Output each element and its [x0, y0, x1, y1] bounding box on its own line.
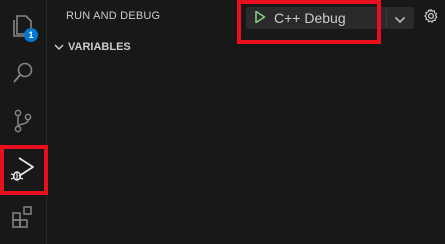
- search-button[interactable]: [0, 51, 46, 95]
- explorer-badge: 1: [24, 28, 38, 42]
- highlight-launch-config: [237, 0, 381, 44]
- highlight-run-debug-icon: [0, 145, 48, 195]
- search-icon: [11, 61, 35, 85]
- variables-section-title: VARIABLES: [68, 41, 131, 53]
- gear-icon: [423, 8, 439, 28]
- source-control-button[interactable]: [0, 99, 46, 143]
- variables-section-header[interactable]: VARIABLES: [52, 38, 131, 56]
- activity-bar: 1: [0, 0, 47, 244]
- config-dropdown-button[interactable]: [391, 10, 409, 26]
- explorer-button[interactable]: 1: [0, 3, 46, 47]
- open-launch-json-button[interactable]: [421, 8, 441, 28]
- extensions-button[interactable]: [0, 195, 46, 239]
- sidebar-title: RUN AND DEBUG: [66, 10, 161, 22]
- config-divider: [386, 9, 387, 27]
- source-control-icon: [12, 108, 34, 134]
- extensions-icon: [10, 204, 36, 230]
- chevron-down-icon: [394, 9, 406, 28]
- chevron-down-icon: [52, 40, 66, 54]
